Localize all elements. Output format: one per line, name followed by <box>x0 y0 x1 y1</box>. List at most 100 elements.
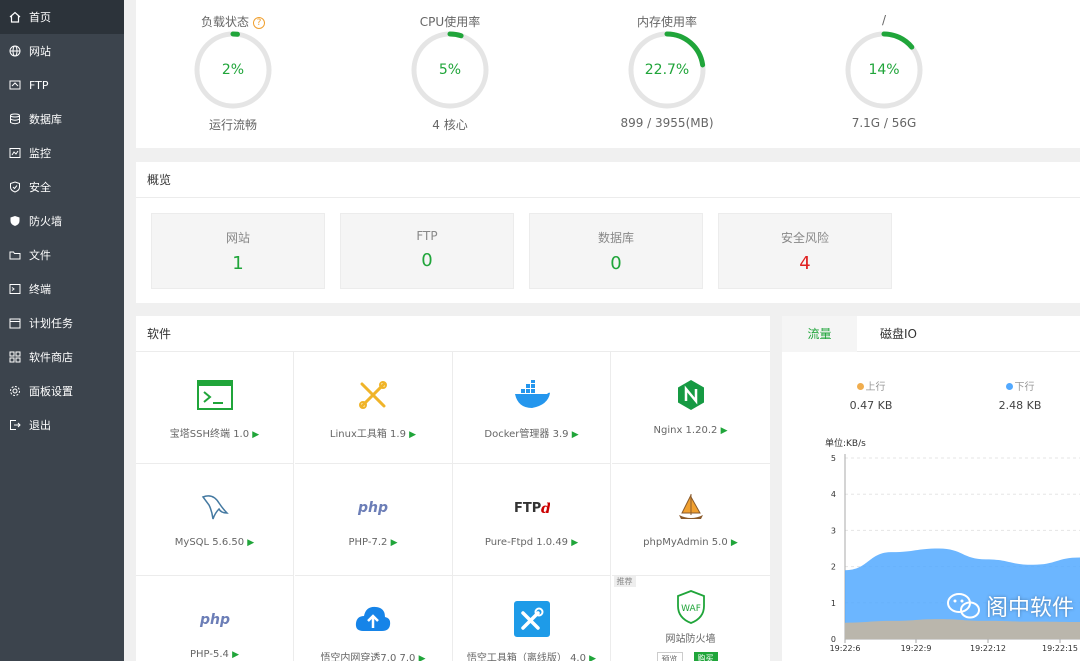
gauge-subtext: 7.1G / 56G <box>851 116 917 130</box>
software-item-8[interactable]: php PHP-5.4 ▶ <box>136 576 294 661</box>
software-panel: 软件 宝塔SSH终端 1.0 ▶ Linux工具箱 1.9 ▶ Docker管理器 … <box>136 316 770 661</box>
overview-card-1[interactable]: FTP 0 <box>340 213 514 289</box>
gauge-subtext: 4 核心 <box>432 118 468 132</box>
software-item-5[interactable]: php PHP-7.2 ▶ <box>294 464 453 576</box>
watermark-text: 阁中软件 <box>985 596 1074 621</box>
software-item-1[interactable]: Linux工具箱 1.9 ▶ <box>294 352 453 464</box>
overview-card-3[interactable]: 安全风险 4 <box>718 213 892 289</box>
software-name: Linux工具箱 1.9 ▶ <box>329 429 417 440</box>
gauge-label: CPU使用率 <box>419 15 481 29</box>
sidebar-item-7[interactable]: 文件 <box>0 238 124 272</box>
calendar-icon <box>9 317 21 329</box>
gauge-0[interactable]: 负载状态? 2% 运行流畅 <box>153 0 313 148</box>
terminal-icon <box>9 283 21 295</box>
software-item-0[interactable]: 宝塔SSH终端 1.0 ▶ <box>136 352 294 464</box>
play-icon: ▶ <box>571 430 579 440</box>
terminal-icon <box>136 378 293 412</box>
gauge-2[interactable]: 内存使用率 22.7% 899 / 3955(MB) <box>587 0 747 148</box>
sidebar-item-11[interactable]: 面板设置 <box>0 374 124 408</box>
gauge-3[interactable]: / 14% 7.1G / 56G <box>804 0 964 148</box>
software-name: 宝塔SSH终端 1.0 ▶ <box>169 429 260 440</box>
gauge-subtext: 899 / 3955(MB) <box>620 116 714 130</box>
gauge-label: 内存使用率 <box>636 15 697 29</box>
recommend-badge: 推荐 <box>613 576 636 587</box>
sidebar-item-3[interactable]: 数据库 <box>0 102 124 136</box>
database-icon <box>9 113 21 125</box>
docker-icon <box>453 378 610 412</box>
sidebar-item-label: 首页 <box>29 11 51 24</box>
preview-button[interactable]: 预览 <box>656 652 683 661</box>
sidebar-item-10[interactable]: 软件商店 <box>0 340 124 374</box>
software-name: 网站防火墙 <box>665 634 716 645</box>
sidebar-item-1[interactable]: 网站 <box>0 34 124 68</box>
overview-panel: 概览 网站 1 FTP 0 数据库 0 安全风险 4 <box>136 162 1080 303</box>
play-icon: ▶ <box>730 538 738 548</box>
svg-text:FTP: FTP <box>514 501 541 516</box>
sidebar-item-6[interactable]: 防火墙 <box>0 204 124 238</box>
play-icon: ▶ <box>418 654 426 661</box>
play-icon: ▶ <box>409 430 417 440</box>
gauge-value: 22.7% <box>644 62 690 78</box>
x-tick-label: 19:22:9 <box>901 644 932 653</box>
php-icon: php <box>295 490 452 524</box>
watermark: 阁中软件 <box>946 590 1074 622</box>
php-icon: php <box>136 602 293 636</box>
overview-card-0[interactable]: 网站 1 <box>151 213 325 289</box>
sidebar-item-label: FTP <box>29 78 49 92</box>
software-name: MySQL 5.6.50 ▶ <box>174 537 255 548</box>
gauge-subtext: 运行流畅 <box>208 118 257 132</box>
sidebar-item-label: 网站 <box>29 45 51 58</box>
play-icon: ▶ <box>247 538 255 548</box>
ftp-icon: FTP d <box>453 490 610 524</box>
logout-icon <box>9 419 21 431</box>
sidebar-item-9[interactable]: 计划任务 <box>0 306 124 340</box>
play-icon: ▶ <box>571 538 579 548</box>
ftp-icon <box>9 79 21 91</box>
sidebar: 首页网站 FTP 数据库监控安全防火墙 文件 终端 计划任务软件商店面板设置退出 <box>0 0 124 661</box>
play-icon: ▶ <box>232 650 239 660</box>
svg-text:WAF: WAF <box>681 604 701 614</box>
folder-icon <box>9 249 21 261</box>
shield-icon <box>9 181 21 193</box>
monitor-icon <box>9 147 21 159</box>
overview-card-label: 网站 <box>225 231 250 245</box>
play-icon: ▶ <box>390 538 398 548</box>
nginx-icon <box>612 378 770 412</box>
home-icon <box>9 11 21 23</box>
gauge-1[interactable]: CPU使用率 5% 4 核心 <box>370 0 530 148</box>
software-name: 悟空工具箱（离线版） 4.0 ▶ <box>453 649 610 661</box>
sidebar-item-2[interactable]: FTP <box>0 68 124 102</box>
sidebar-item-label: 数据库 <box>29 113 62 126</box>
software-item-6[interactable]: FTP d Pure-Ftpd 1.0.49 ▶ <box>453 464 611 576</box>
sidebar-item-label: 安全 <box>29 181 51 194</box>
sidebar-item-5[interactable]: 安全 <box>0 170 124 204</box>
y-tick-label: 0 <box>831 635 836 644</box>
sidebar-item-12[interactable]: 退出 <box>0 408 124 442</box>
overview-card-value: 1 <box>232 253 244 274</box>
sidebar-item-label: 退出 <box>29 419 51 432</box>
software-item-7[interactable]: phpMyAdmin 5.0 ▶ <box>611 464 770 576</box>
tools-icon <box>295 378 452 412</box>
software-name: PHP-7.2 ▶ <box>348 537 398 548</box>
waf-shield-icon: WAF <box>612 590 770 624</box>
sidebar-item-8[interactable]: 终端 <box>0 272 124 306</box>
gauge-value: 14% <box>868 62 900 78</box>
software-item-2[interactable]: Docker管理器 3.9 ▶ <box>453 352 611 464</box>
software-item-4[interactable]: MySQL 5.6.50 ▶ <box>136 464 294 576</box>
globe-icon <box>9 45 21 57</box>
buy-button[interactable]: 购买 <box>693 652 718 661</box>
overview-card-2[interactable]: 数据库 0 <box>529 213 703 289</box>
software-name: Nginx 1.20.2 ▶ <box>653 425 728 436</box>
sidebar-item-4[interactable]: 监控 <box>0 136 124 170</box>
software-item-3[interactable]: Nginx 1.20.2 ▶ <box>611 352 770 464</box>
software-item-11[interactable]: 推荐 WAF 网站防火墙预览 购买 <box>612 576 770 661</box>
sidebar-item-label: 软件商店 <box>29 351 73 364</box>
y-tick-label: 5 <box>831 454 836 463</box>
wrench-icon <box>453 601 610 637</box>
overview-card-label: 安全风险 <box>780 231 829 245</box>
help-icon[interactable]: ? <box>253 17 265 29</box>
grid-icon <box>9 351 21 363</box>
sidebar-item-0[interactable]: 首页 <box>0 0 124 34</box>
software-item-9[interactable]: 悟空内网穿透7.0 7.0 ▶ <box>295 576 453 661</box>
software-item-10[interactable]: 悟空工具箱（离线版） 4.0 ▶ <box>453 576 611 661</box>
